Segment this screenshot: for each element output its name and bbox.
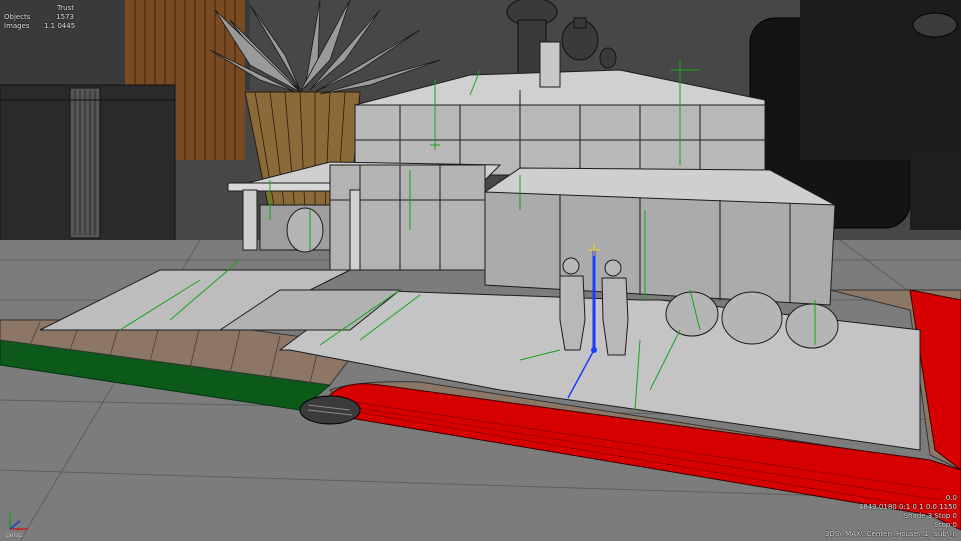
stat-row: Objects 1573 [4,13,74,22]
stat-value: 1573 [56,13,74,21]
info-line: 4849.0180 0:1 0 1 0.0 1150 [858,503,957,511]
3d-viewport[interactable]: Trust Objects 1573 Images 1.1 0445 0.0 4… [0,0,961,541]
info-line: Stop 0 [934,521,957,529]
scene-render[interactable] [0,0,961,541]
viewport-info: 0.0 4849.0180 0:1 0 1 0.0 1150 Shade 3 S… [825,494,957,539]
storage-box [0,84,176,246]
stat-label: Objects [4,13,31,21]
viewport-stats: Trust Objects 1573 Images 1.1 0445 [4,4,76,31]
stat-value: 1.1 0445 [44,22,76,30]
info-line: Shade 3 Stop 0 [903,512,957,520]
info-line: 0.0 [945,494,957,502]
camera-name-row: Trust [4,4,74,13]
view-label: persp [6,532,23,539]
info-line: 3DS\_MAX\_Center\_House\_1\_sub\_n [825,530,957,538]
axis-icon [9,513,28,530]
stat-row: Images 1.1 0445 [4,22,76,31]
stat-label: Images [4,22,30,30]
camera-name: Trust [57,4,74,12]
